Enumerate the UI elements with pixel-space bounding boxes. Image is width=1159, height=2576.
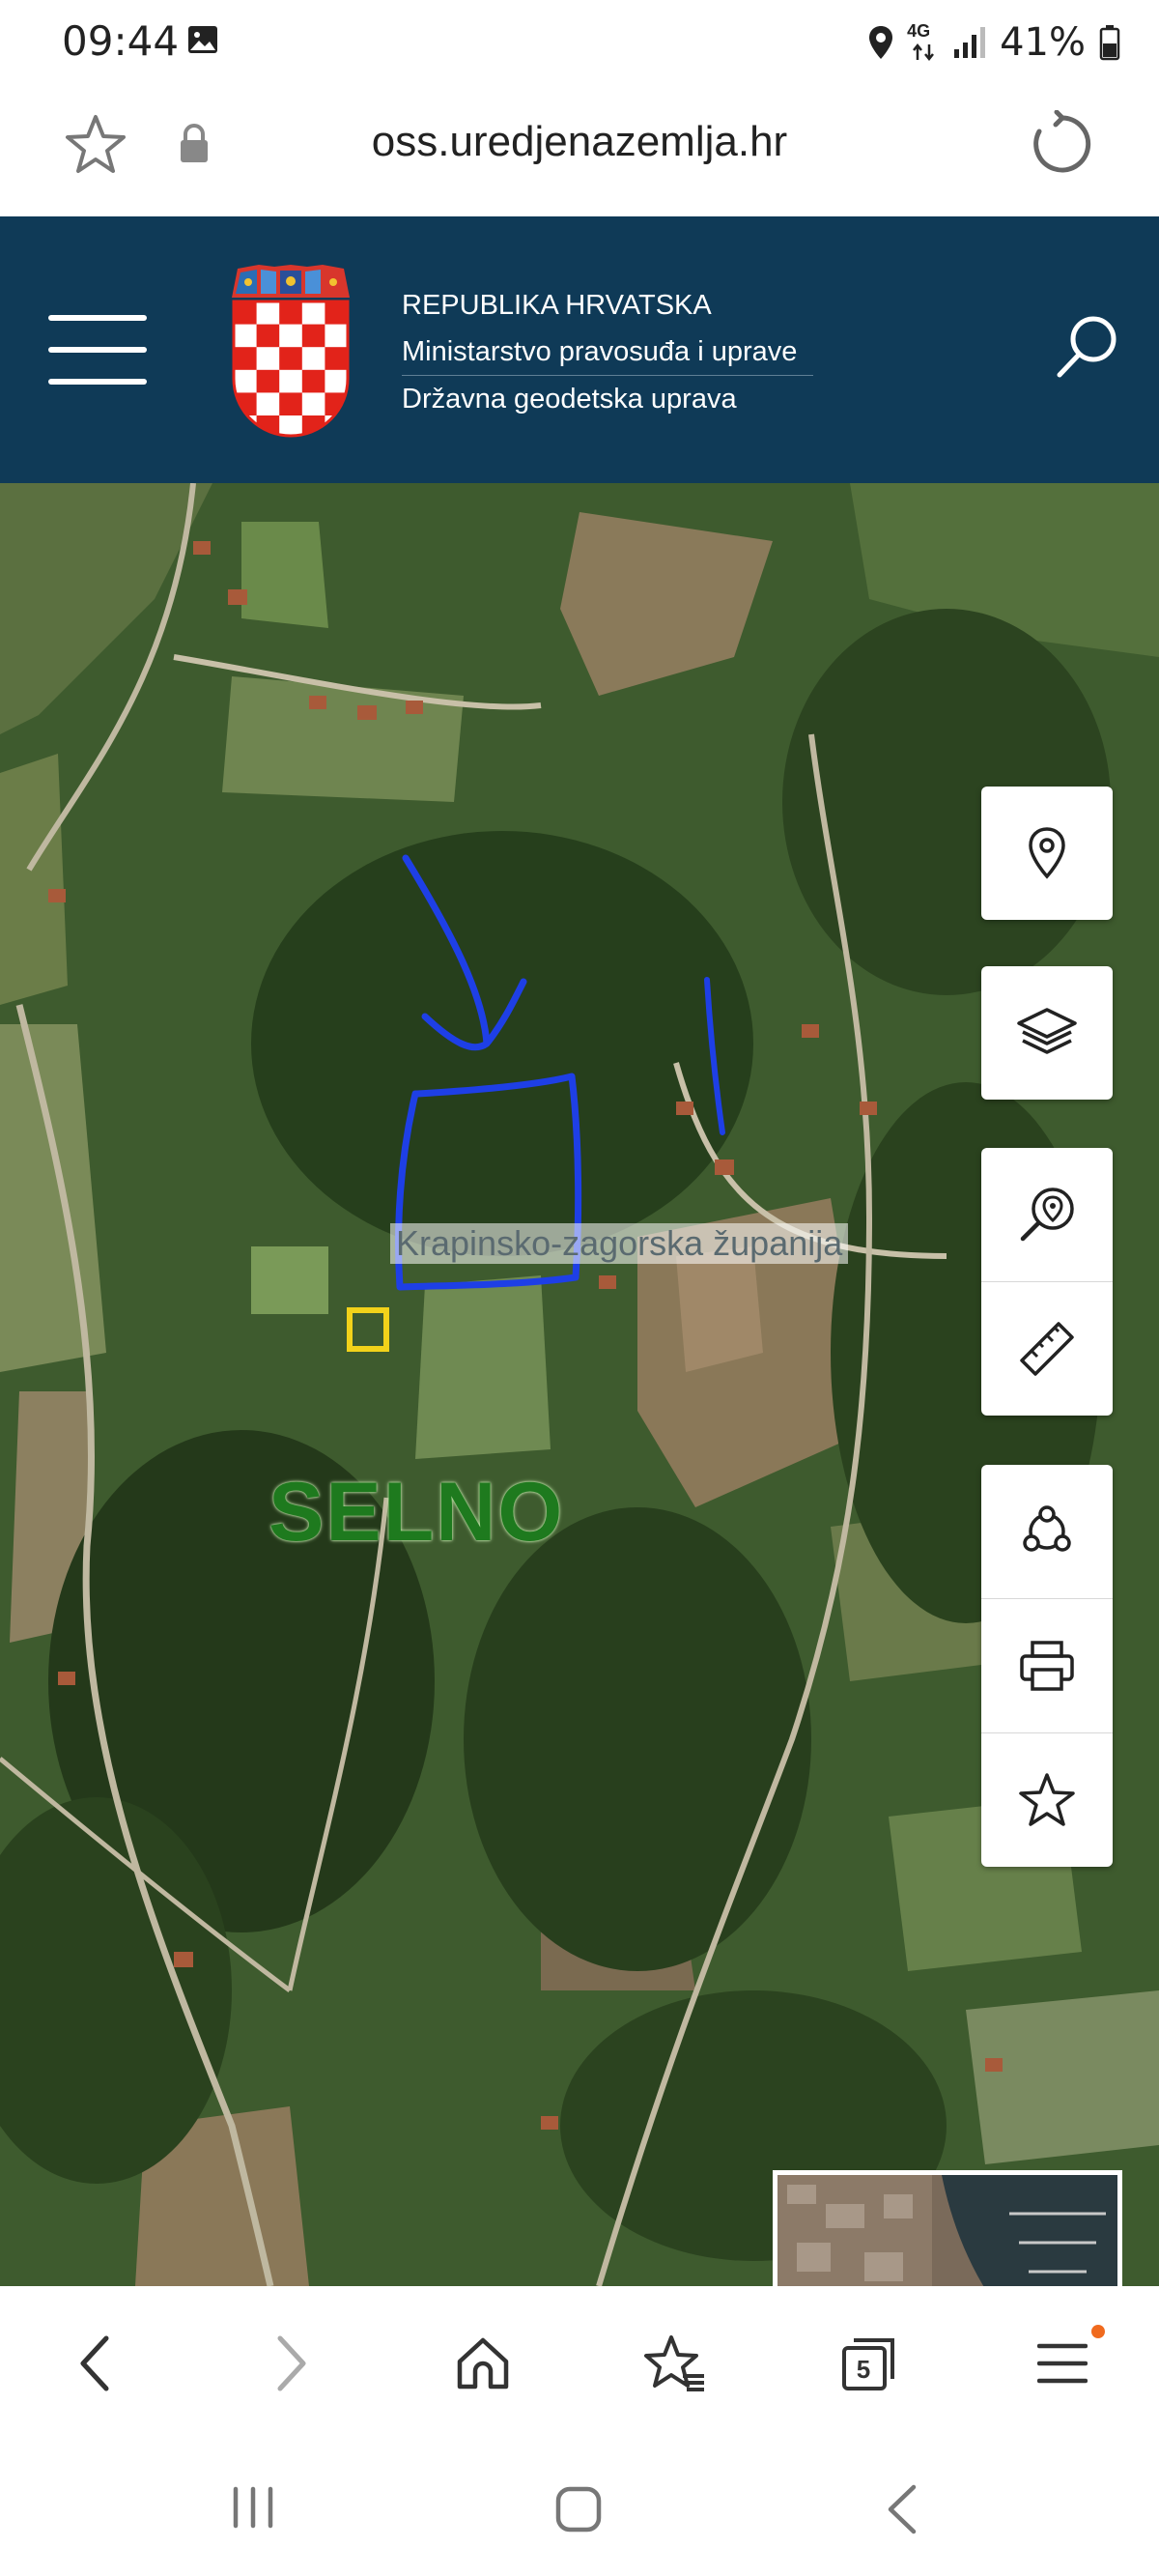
forward-icon: [277, 2335, 306, 2391]
recents-icon[interactable]: [230, 2485, 276, 2530]
search-location-icon: [1020, 1188, 1074, 1242]
back-button[interactable]: [56, 2325, 133, 2402]
data-arrows-icon: [913, 43, 935, 62]
url-text[interactable]: oss.uredjenazemlja.hr: [0, 118, 1159, 166]
search-icon[interactable]: [1055, 313, 1120, 381]
location-pin-icon: [1029, 827, 1065, 879]
status-icons: 4G 41%: [868, 15, 1120, 70]
system-navigation-bar: [0, 2435, 1159, 2576]
signal-icon: [954, 27, 986, 58]
battery-icon: [1099, 25, 1120, 61]
home-button[interactable]: [444, 2325, 522, 2402]
hamburger-icon[interactable]: [48, 315, 147, 385]
home-icon: [457, 2337, 509, 2390]
layers-tool-group: [981, 966, 1113, 1100]
print-icon: [1020, 1641, 1074, 1691]
layers-icon: [1017, 1008, 1077, 1054]
header-ministry: Ministarstvo pravosuđa i uprave: [402, 329, 813, 376]
status-time: 09:44: [62, 17, 180, 65]
overview-minimap[interactable]: [773, 2170, 1122, 2286]
coat-of-arms: [232, 265, 350, 438]
actions-tool-group: [981, 1465, 1113, 1867]
home-system-icon[interactable]: [554, 2485, 603, 2533]
back-system-icon[interactable]: [885, 2483, 919, 2535]
annotation-line: [704, 977, 725, 1135]
favorite-star-icon: [1019, 1773, 1075, 1826]
browser-bottom-toolbar: 5: [0, 2286, 1159, 2435]
location-tool-group: [981, 787, 1113, 920]
ruler-icon: [1020, 1322, 1074, 1376]
print-button[interactable]: [981, 1599, 1113, 1733]
ruler-button[interactable]: [981, 1282, 1113, 1416]
menu-button[interactable]: [1024, 2325, 1105, 2402]
tab-count: 5: [856, 2354, 871, 2384]
location-icon: [869, 26, 893, 59]
site-header: REPUBLIKA HRVATSKA Ministarstvo pravosuđ…: [0, 216, 1159, 483]
satellite-map[interactable]: Krapinsko-zagorska županija SELNO: [0, 483, 1159, 2286]
gallery-icon: [188, 26, 217, 53]
network-type: 4G: [907, 21, 931, 41]
minimap-imagery: [777, 2175, 1117, 2286]
parcel-marker: [347, 1307, 389, 1352]
location-pin-button[interactable]: [981, 787, 1113, 920]
battery-percent: 41%: [1000, 20, 1086, 65]
share-button[interactable]: [981, 1465, 1113, 1599]
favorite-button[interactable]: [981, 1733, 1113, 1867]
network-indicator: 4G: [907, 21, 940, 64]
search-tool-group: [981, 1148, 1113, 1416]
reload-icon[interactable]: [1028, 110, 1095, 178]
back-icon: [80, 2335, 109, 2391]
header-agency: Državna geodetska uprava: [402, 384, 737, 415]
header-country: REPUBLIKA HRVATSKA: [402, 290, 712, 321]
status-bar: 09:44 4G 41%: [0, 0, 1159, 87]
region-label: Krapinsko-zagorska županija: [390, 1223, 849, 1264]
bookmarks-icon: [644, 2335, 704, 2391]
menu-icon: [1037, 2343, 1088, 2384]
bookmarks-button[interactable]: [637, 2325, 715, 2402]
search-location-button[interactable]: [981, 1148, 1113, 1282]
place-label: SELNO: [269, 1466, 565, 1559]
header-text: REPUBLIKA HRVATSKA Ministarstvo pravosuđ…: [402, 282, 813, 422]
browser-url-bar: oss.uredjenazemlja.hr: [0, 87, 1159, 216]
share-icon: [1023, 1505, 1071, 1552]
layers-button[interactable]: [981, 966, 1113, 1100]
notification-dot: [1091, 2325, 1105, 2338]
tabs-button[interactable]: 5: [831, 2325, 908, 2402]
forward-button[interactable]: [253, 2325, 330, 2402]
annotation-arrow: [402, 854, 527, 1051]
